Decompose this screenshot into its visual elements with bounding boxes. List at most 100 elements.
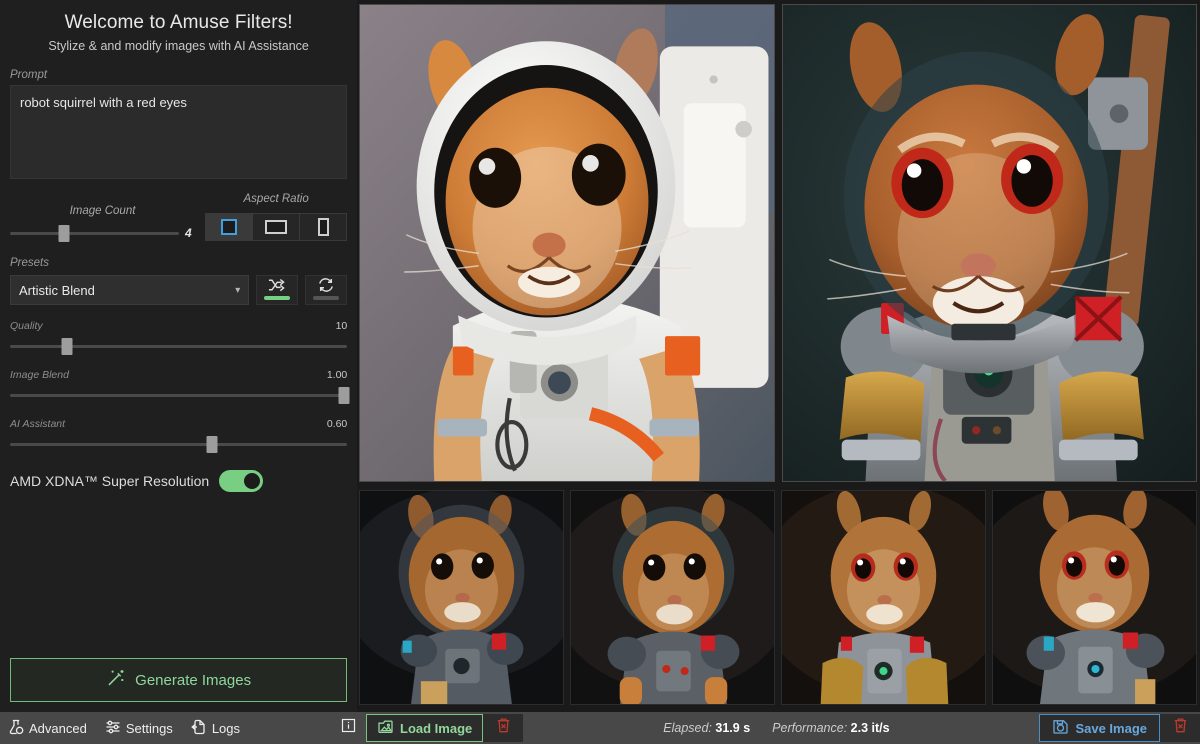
- trash-icon: [495, 717, 512, 739]
- slider-handle[interactable]: [338, 387, 350, 404]
- delete-output-button[interactable]: [1160, 714, 1200, 742]
- status-metrics: Elapsed: 31.9 s Performance: 2.3 it/s: [663, 721, 889, 735]
- shuffle-preset-button[interactable]: [256, 275, 299, 305]
- flask-icon: [8, 719, 24, 738]
- advanced-label: Advanced: [29, 720, 87, 736]
- param-label: AI Assistant: [10, 418, 66, 430]
- info-icon: [341, 718, 356, 737]
- logs-label: Logs: [211, 720, 241, 736]
- aspect-ratio-square-button[interactable]: [206, 214, 254, 240]
- param-label: Quality: [10, 320, 43, 332]
- settings-label: Settings: [125, 720, 173, 736]
- generated-image-secondary[interactable]: [781, 4, 1197, 482]
- performance-value: 2.3 it/s: [850, 721, 890, 735]
- thumbnail-canvas: [571, 491, 775, 704]
- presets-label: Presets: [10, 257, 49, 269]
- image-blend-slider[interactable]: [10, 387, 350, 404]
- status-bar: Advanced Settings Logs Load Image Elapse…: [0, 712, 1200, 744]
- thumbnail-canvas: [360, 491, 564, 704]
- preset-selected-value: Artistic Blend: [19, 282, 95, 298]
- elapsed-value: 31.9 s: [715, 721, 751, 735]
- image-count-slider[interactable]: [10, 225, 179, 242]
- image-upload-icon: [377, 719, 394, 738]
- left-control-panel: Welcome to Amuse Filters! Stylize & and …: [0, 0, 358, 712]
- param-image-blend: Image Blend 1.00: [10, 369, 350, 404]
- param-value: 10: [335, 320, 348, 332]
- generate-images-label: Generate Images: [135, 671, 252, 689]
- performance-stat: Performance: 2.3 it/s: [772, 721, 889, 735]
- sliders-icon: [105, 719, 121, 738]
- refresh-icon: [317, 277, 335, 293]
- thumbnail-canvas: [993, 491, 1196, 704]
- refresh-preset-button[interactable]: [305, 275, 348, 305]
- load-image-button[interactable]: Load Image: [366, 714, 484, 742]
- aspect-ratio-label: Aspect Ratio: [243, 193, 309, 205]
- performance-label: Performance:: [772, 721, 848, 735]
- param-value: 0.60: [326, 418, 348, 430]
- load-image-label: Load Image: [400, 720, 473, 736]
- status-bar-right: Save Image: [1039, 712, 1200, 744]
- elapsed-stat: Elapsed: 31.9 s: [663, 721, 750, 735]
- slider-handle[interactable]: [58, 225, 70, 242]
- refresh-active-bar: [313, 295, 340, 300]
- shuffle-active-bar: [264, 295, 291, 300]
- settings-button[interactable]: Settings: [105, 719, 173, 738]
- param-label: Image Blend: [10, 369, 69, 381]
- save-image-button[interactable]: Save Image: [1039, 714, 1160, 742]
- count-aspect-row: Image Count 4 Aspect Ratio: [10, 193, 348, 242]
- aspect-ratio-control: Aspect Ratio: [205, 193, 348, 241]
- status-bar-center: Load Image Elapsed: 31.9 s Performance: …: [366, 712, 890, 744]
- preset-select[interactable]: Artistic Blend ▾: [10, 275, 250, 305]
- status-bar-left: Advanced Settings Logs: [0, 718, 366, 738]
- thumbnail-2[interactable]: [570, 490, 776, 705]
- thumbnail-4[interactable]: [992, 490, 1197, 705]
- thumbnail-3[interactable]: [781, 490, 987, 705]
- page-title: Welcome to Amuse Filters!: [64, 12, 293, 33]
- param-ai-assistant: AI Assistant 0.60: [10, 418, 348, 453]
- prompt-label: Prompt: [10, 69, 48, 81]
- generate-images-button[interactable]: Generate Images: [10, 658, 348, 702]
- generate-area: Generate Images: [10, 658, 348, 712]
- secondary-image-canvas: [782, 5, 1196, 481]
- elapsed-label: Elapsed:: [663, 721, 712, 735]
- slider-track: [10, 394, 348, 397]
- magic-wand-icon: [106, 668, 126, 692]
- super-resolution-row: AMD XDNA™ Super Resolution: [10, 470, 347, 492]
- square-icon: [221, 219, 238, 235]
- presets-row: Artistic Blend ▾: [10, 275, 348, 305]
- aspect-ratio-group: [205, 213, 348, 241]
- save-icon: [1052, 718, 1069, 738]
- portrait-icon: [317, 218, 329, 236]
- toggle-knob: [244, 473, 261, 489]
- slider-track: [10, 443, 348, 446]
- aspect-ratio-portrait-button[interactable]: [300, 214, 346, 240]
- shuffle-icon: [268, 277, 287, 293]
- logs-button[interactable]: Logs: [191, 719, 240, 738]
- generated-image-primary[interactable]: [359, 4, 775, 482]
- primary-image-canvas: [360, 5, 774, 481]
- prompt-input[interactable]: robot squirrel with a red eyes: [10, 85, 348, 179]
- image-count-value: 4: [185, 226, 192, 240]
- param-quality: Quality 10: [10, 320, 348, 355]
- super-resolution-toggle[interactable]: [219, 470, 264, 492]
- thumbnail-1[interactable]: [359, 490, 565, 705]
- amuse-filters-window: Welcome to Amuse Filters! Stylize & and …: [0, 0, 1200, 744]
- thumbnail-strip: [359, 490, 1197, 705]
- param-value: 1.00: [326, 369, 348, 381]
- advanced-button[interactable]: Advanced: [8, 719, 87, 738]
- slider-handle[interactable]: [61, 338, 73, 355]
- quality-slider[interactable]: [10, 338, 348, 355]
- clear-input-button[interactable]: [483, 714, 524, 742]
- save-image-label: Save Image: [1075, 720, 1147, 736]
- file-export-icon: [191, 719, 207, 738]
- ai-assistant-slider[interactable]: [10, 436, 348, 453]
- thumbnail-canvas: [782, 491, 986, 704]
- aspect-ratio-landscape-button[interactable]: [253, 214, 301, 240]
- image-count-label: Image Count: [69, 205, 136, 217]
- landscape-icon: [265, 220, 288, 234]
- super-resolution-label: AMD XDNA™ Super Resolution: [10, 473, 210, 489]
- image-count-control: Image Count 4: [10, 205, 195, 242]
- info-button[interactable]: [341, 718, 356, 738]
- slider-track: [10, 232, 179, 235]
- slider-handle[interactable]: [206, 436, 218, 453]
